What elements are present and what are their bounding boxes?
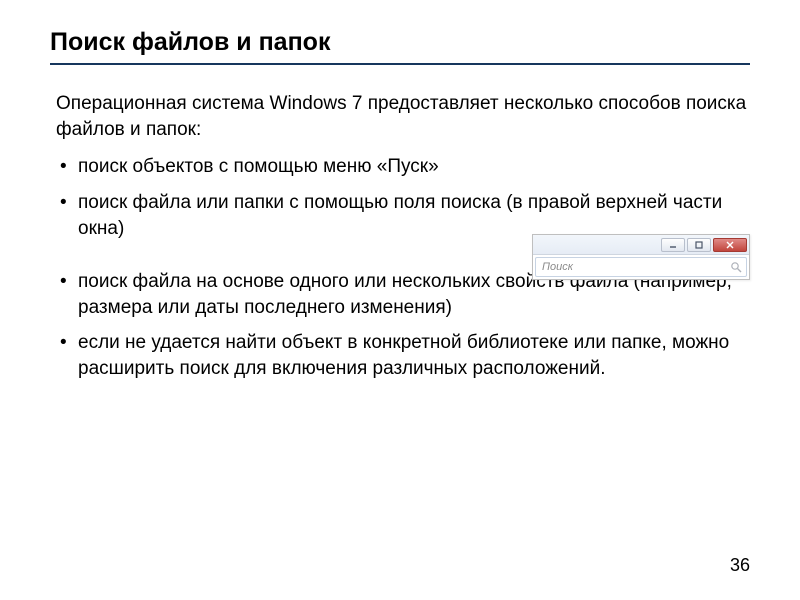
search-field-row: Поиск [533,255,749,279]
list-item: если не удается найти объект в конкретно… [56,330,750,381]
search-icon [730,261,742,273]
bullet-list: поиск объектов с помощью меню «Пуск» пои… [56,154,750,241]
maximize-button [687,238,711,252]
page-number: 36 [730,555,750,576]
close-button [713,238,747,252]
window-titlebar [533,235,749,255]
list-item: поиск объектов с помощью меню «Пуск» [56,154,750,180]
minimize-button [661,238,685,252]
search-placeholder: Поиск [542,261,573,273]
lead-paragraph: Операционная система Windows 7 предостав… [56,91,750,142]
page-title: Поиск файлов и папок [50,28,750,65]
win7-search-illustration: Поиск [532,234,750,280]
slide-content: Поиск файлов и папок Операционная систем… [0,0,800,382]
search-input: Поиск [535,257,747,277]
bullet-list: поиск файла на основе одного или несколь… [56,269,750,382]
